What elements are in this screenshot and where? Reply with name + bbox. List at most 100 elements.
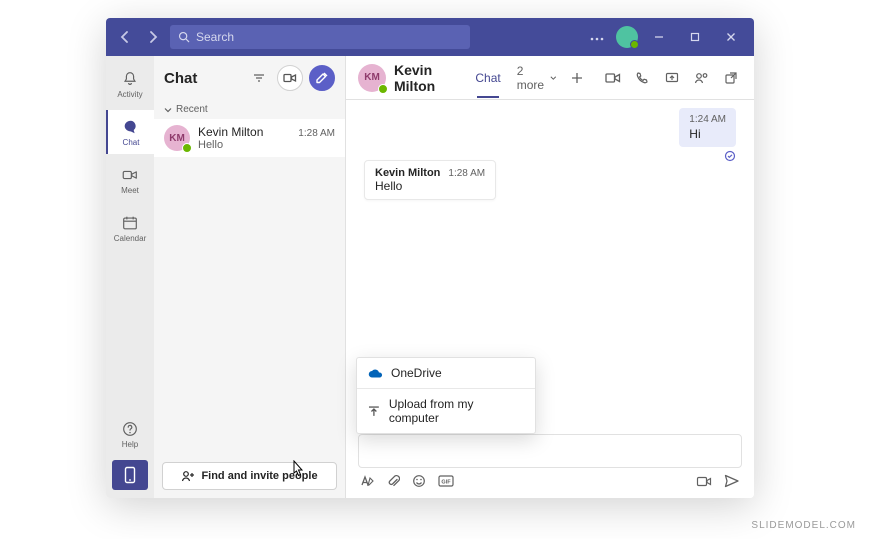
- rail-label: Help: [122, 440, 138, 449]
- help-icon: [121, 420, 139, 438]
- window-maximize-button[interactable]: [680, 22, 710, 52]
- gif-icon: GIF: [438, 475, 454, 487]
- chat-header: KM Kevin Milton Chat 2 more: [346, 56, 754, 100]
- message-time: 1:28 AM: [448, 168, 485, 179]
- compose-icon: [315, 71, 329, 85]
- chat-list-title: Chat: [164, 70, 241, 87]
- audio-call-button[interactable]: [631, 66, 653, 90]
- add-people-button[interactable]: [691, 66, 713, 90]
- chat-list-panel: Chat Recent KM Kevin Milton 1:28 AM Hell…: [154, 56, 346, 498]
- new-chat-button[interactable]: [309, 65, 335, 91]
- more-options-button[interactable]: [584, 28, 610, 46]
- tab-chat[interactable]: Chat: [471, 71, 504, 85]
- upload-icon: [367, 404, 381, 418]
- message-outgoing: 1:24 AM Hi: [679, 108, 736, 167]
- watermark: SLIDEMODEL.COM: [751, 520, 856, 531]
- popout-button[interactable]: [720, 66, 742, 90]
- rail-help[interactable]: Help: [106, 412, 154, 456]
- onedrive-icon: [367, 368, 383, 379]
- people-add-icon: [694, 71, 710, 85]
- calendar-icon: [121, 214, 139, 232]
- titlebar: Search: [106, 18, 754, 56]
- people-add-icon: [181, 469, 195, 483]
- meet-now-button[interactable]: [277, 65, 303, 91]
- format-button[interactable]: [360, 474, 375, 488]
- rail-calendar[interactable]: Calendar: [106, 206, 154, 250]
- app-body: Activity Chat Meet Calendar Help: [106, 56, 754, 498]
- gif-button[interactable]: GIF: [438, 475, 454, 487]
- app-rail: Activity Chat Meet Calendar Help: [106, 56, 154, 498]
- chat-list-item[interactable]: KM Kevin Milton 1:28 AM Hello: [154, 119, 345, 157]
- attach-upload-option[interactable]: Upload from my computer: [357, 389, 535, 433]
- rail-label: Activity: [117, 90, 142, 99]
- compose-input[interactable]: Type a new message: [358, 434, 742, 468]
- video-icon: [605, 72, 621, 84]
- rail-meet[interactable]: Meet: [106, 158, 154, 202]
- message-text: Hi: [689, 127, 726, 141]
- paperclip-icon: [387, 474, 400, 488]
- screenshare-button[interactable]: [661, 66, 683, 90]
- chat-item-time: 1:28 AM: [298, 128, 335, 139]
- chat-list-section[interactable]: Recent: [154, 100, 345, 119]
- chat-list-header: Chat: [154, 56, 345, 100]
- nav-back-button[interactable]: [114, 26, 136, 48]
- video-icon: [283, 72, 297, 84]
- tab-more[interactable]: 2 more: [513, 64, 561, 92]
- popout-icon: [724, 71, 738, 85]
- rail-label: Calendar: [114, 234, 146, 243]
- avatar: KM: [164, 125, 190, 151]
- chat-icon: [122, 118, 140, 136]
- rail-mobile-button[interactable]: [112, 460, 148, 490]
- filter-icon: [252, 71, 266, 85]
- bell-icon: [121, 70, 139, 88]
- mobile-icon: [123, 466, 137, 484]
- message-text: Hello: [375, 179, 485, 193]
- emoji-icon: [412, 474, 426, 488]
- read-receipt-icon: [679, 149, 736, 167]
- emoji-button[interactable]: [412, 474, 426, 488]
- message-sender: Kevin Milton: [375, 167, 440, 179]
- schedule-send-button[interactable]: [696, 474, 712, 488]
- phone-icon: [635, 71, 649, 85]
- chat-main: KM Kevin Milton Chat 2 more 1:24 AM: [346, 56, 754, 498]
- send-button[interactable]: [724, 474, 740, 488]
- invite-label: Find and invite people: [201, 470, 317, 482]
- window-close-button[interactable]: [716, 22, 746, 52]
- attach-onedrive-option[interactable]: OneDrive: [357, 358, 535, 388]
- chat-contact-name: Kevin Milton: [394, 62, 463, 94]
- search-placeholder: Search: [196, 30, 234, 44]
- menu-label: OneDrive: [391, 366, 442, 380]
- profile-avatar[interactable]: [616, 26, 638, 48]
- filter-button[interactable]: [247, 66, 271, 90]
- compose-toolbar: GIF: [346, 474, 754, 498]
- search-input[interactable]: Search: [170, 25, 470, 49]
- video-call-button[interactable]: [602, 66, 624, 90]
- chevron-down-icon: [164, 106, 172, 114]
- chevron-down-icon: [550, 74, 557, 82]
- search-icon: [178, 31, 190, 43]
- rail-label: Chat: [123, 138, 140, 147]
- teams-window: Search Activity Chat Meet: [106, 18, 754, 498]
- tab-more-label: 2 more: [517, 64, 548, 92]
- rail-chat[interactable]: Chat: [106, 110, 154, 154]
- share-screen-icon: [665, 71, 679, 85]
- rail-label: Meet: [121, 186, 139, 195]
- window-minimize-button[interactable]: [644, 22, 674, 52]
- attach-button[interactable]: [387, 474, 400, 488]
- section-label: Recent: [176, 104, 208, 115]
- avatar: KM: [358, 64, 386, 92]
- nav-forward-button[interactable]: [142, 26, 164, 48]
- menu-label: Upload from my computer: [389, 397, 525, 425]
- chat-item-preview: Hello: [198, 139, 335, 151]
- message-time: 1:24 AM: [689, 114, 726, 125]
- invite-people-button[interactable]: Find and invite people: [162, 462, 337, 490]
- message-incoming: Kevin Milton 1:28 AM Hello: [364, 160, 496, 200]
- rail-activity[interactable]: Activity: [106, 62, 154, 106]
- compose-area: OneDrive Upload from my computer Type a …: [346, 434, 754, 498]
- svg-text:GIF: GIF: [441, 480, 451, 486]
- attach-menu: OneDrive Upload from my computer: [356, 357, 536, 434]
- video-icon: [121, 166, 139, 184]
- send-icon: [724, 474, 740, 488]
- format-icon: [360, 474, 375, 488]
- add-tab-button[interactable]: [569, 68, 586, 88]
